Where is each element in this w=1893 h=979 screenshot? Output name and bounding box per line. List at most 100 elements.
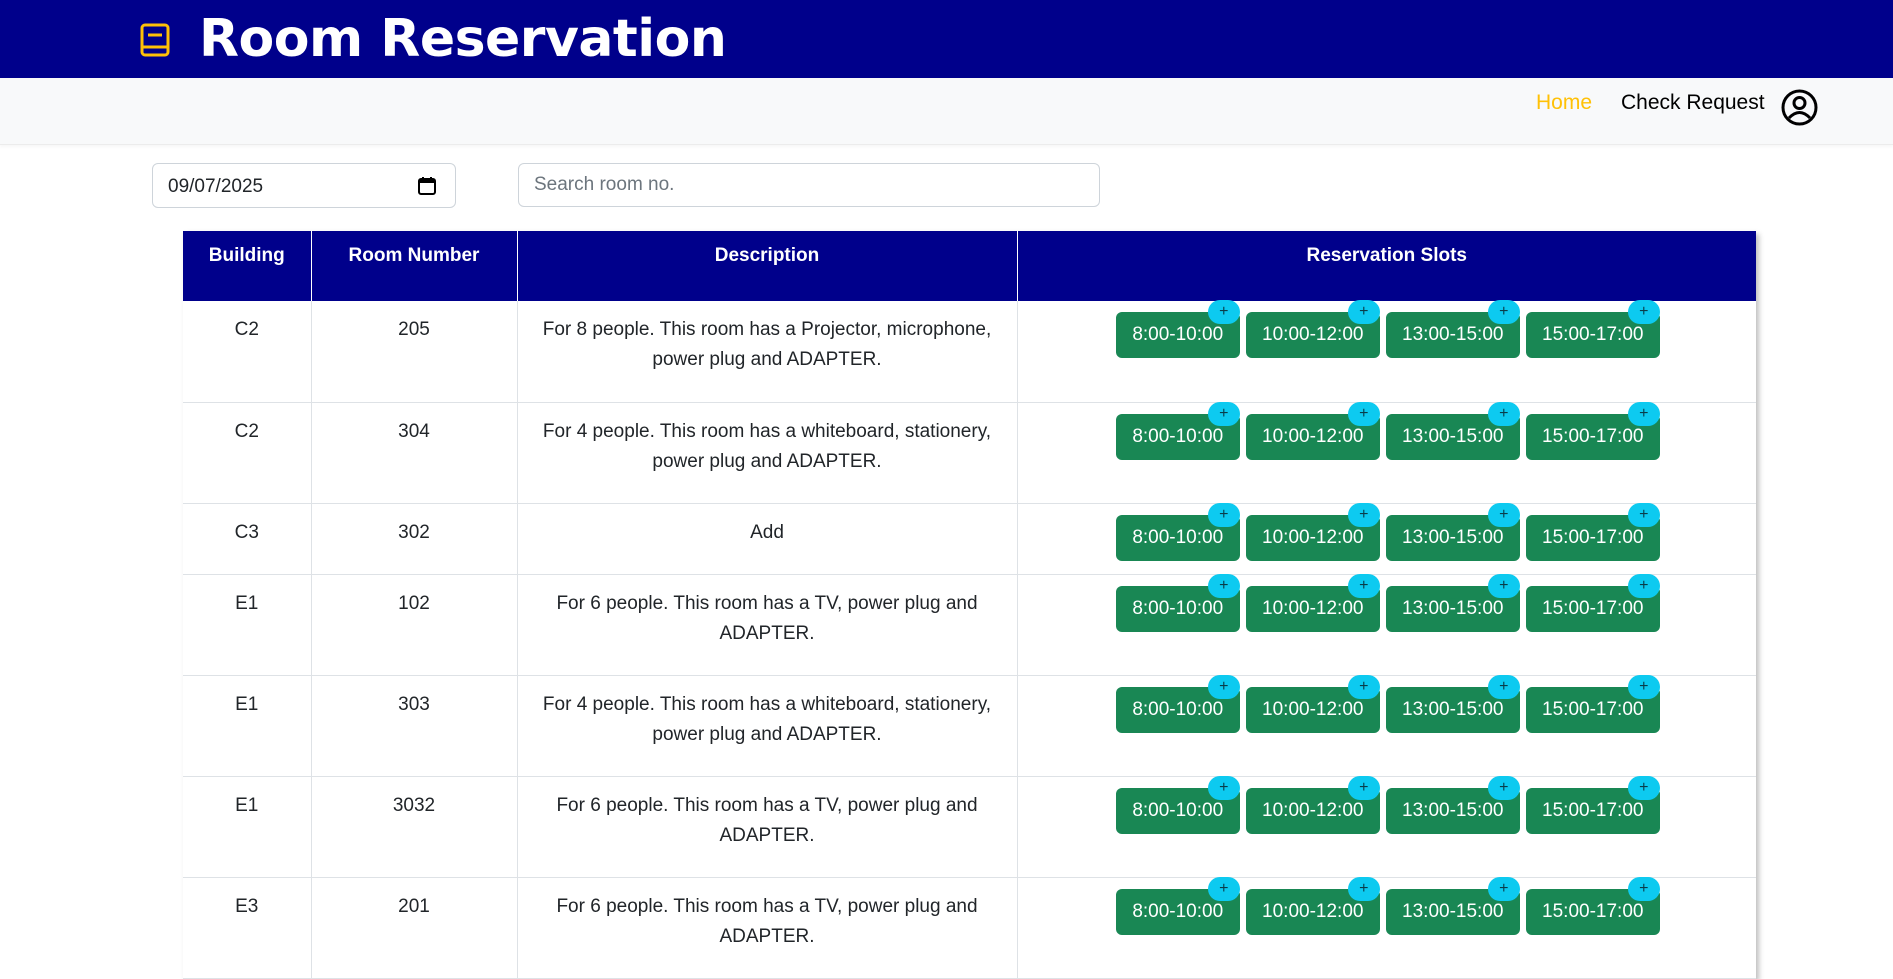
table-row: E1 3032 For 6 people. This room has a TV, … bbox=[183, 775, 1757, 878]
search-room-input[interactable] bbox=[518, 163, 1100, 207]
slot-button[interactable]: 13:00-15:00 + bbox=[1385, 775, 1520, 834]
slot-button[interactable]: 8:00-10:00 + bbox=[1115, 401, 1240, 460]
slot-button[interactable]: 13:00-15:00 + bbox=[1385, 674, 1520, 733]
slot-button[interactable]: 8:00-10:00 + bbox=[1115, 775, 1240, 834]
add-slot-badge[interactable]: + bbox=[1487, 674, 1520, 699]
cell-reservation-slots: 8:00-10:00 +10:00-12:00 +13:00-15:00 +15:00… bbox=[1017, 502, 1756, 575]
description-line: ADAPTER. bbox=[719, 824, 815, 846]
cell-building: E1 bbox=[183, 574, 312, 676]
slot-button[interactable]: 15:00-17:00 + bbox=[1525, 401, 1660, 460]
nav-bar bbox=[0, 78, 1893, 145]
slot-button[interactable]: 10:00-12:00 + bbox=[1245, 775, 1380, 834]
slot-time-label: 13:00-15:00 bbox=[1402, 799, 1504, 821]
table-row: C2 304 For 4 people. This room has a white… bbox=[183, 401, 1756, 504]
cell-building: C3 bbox=[183, 503, 312, 575]
cell-room-number: 302 bbox=[311, 503, 518, 575]
add-slot-badge[interactable]: + bbox=[1207, 300, 1240, 324]
slot-time-label: 8:00-10:00 bbox=[1132, 698, 1224, 720]
description-line: For 4 people. This room has a whiteboard… bbox=[542, 420, 992, 442]
slot-time-label: 8:00-10:00 bbox=[1132, 900, 1224, 922]
calendar-icon[interactable] bbox=[417, 176, 437, 196]
slot-button[interactable]: 13:00-15:00 + bbox=[1385, 300, 1520, 358]
slot-button[interactable]: 8:00-10:00 + bbox=[1115, 674, 1240, 733]
add-slot-badge[interactable]: + bbox=[1487, 502, 1520, 527]
slot-button[interactable]: 15:00-17:00 + bbox=[1525, 674, 1660, 733]
add-slot-badge[interactable]: + bbox=[1627, 573, 1660, 598]
cell-reservation-slots: 8:00-10:00 +10:00-12:00 +13:00-15:00 +15:00… bbox=[1017, 876, 1756, 979]
add-slot-badge[interactable]: + bbox=[1207, 502, 1240, 527]
add-slot-badge[interactable]: + bbox=[1627, 876, 1660, 901]
slot-time-label: 10:00-12:00 bbox=[1262, 324, 1364, 345]
add-slot-badge[interactable]: + bbox=[1347, 876, 1380, 901]
add-slot-badge[interactable]: + bbox=[1347, 502, 1380, 527]
slot-time-label: 10:00-12:00 bbox=[1262, 425, 1364, 447]
slot-button[interactable]: 10:00-12:00 + bbox=[1245, 876, 1380, 935]
add-slot-badge[interactable]: + bbox=[1347, 674, 1380, 699]
slot-button[interactable]: 8:00-10:00 + bbox=[1115, 300, 1240, 358]
add-slot-badge[interactable]: + bbox=[1207, 876, 1240, 901]
description-line: For 8 people. This room has a Projector,… bbox=[542, 319, 992, 340]
add-slot-badge[interactable]: + bbox=[1487, 401, 1520, 426]
slot-button[interactable]: 10:00-12:00 + bbox=[1245, 300, 1380, 358]
cell-building: E1 bbox=[183, 675, 312, 777]
add-slot-badge[interactable]: + bbox=[1207, 573, 1240, 598]
slot-button[interactable]: 15:00-17:00 + bbox=[1525, 775, 1660, 834]
nav-home-link[interactable]: Home bbox=[1536, 91, 1592, 115]
nav-check-request-link[interactable]: Check Request bbox=[1621, 91, 1765, 115]
slot-time-label: 13:00-15:00 bbox=[1402, 698, 1504, 720]
slot-button[interactable]: 15:00-17:00 + bbox=[1525, 502, 1660, 561]
slot-button[interactable]: 13:00-15:00 + bbox=[1385, 573, 1520, 632]
slot-time-label: 8:00-10:00 bbox=[1132, 526, 1224, 548]
slot-button[interactable]: 15:00-17:00 + bbox=[1525, 300, 1660, 358]
add-slot-badge[interactable]: + bbox=[1487, 775, 1520, 800]
slot-button[interactable]: 13:00-15:00 + bbox=[1385, 401, 1520, 460]
cell-description: For 6 people. This room has a TV, power … bbox=[517, 877, 1018, 979]
slot-time-label: 10:00-12:00 bbox=[1262, 900, 1364, 922]
slot-button[interactable]: 10:00-12:00 + bbox=[1245, 573, 1380, 632]
slot-button[interactable]: 8:00-10:00 + bbox=[1115, 502, 1240, 561]
add-slot-badge[interactable]: + bbox=[1627, 775, 1660, 800]
slot-time-label: 15:00-17:00 bbox=[1542, 799, 1644, 821]
add-slot-badge[interactable]: + bbox=[1207, 401, 1240, 426]
table-row: E1 102 For 6 people. This room has a TV, p… bbox=[183, 573, 1757, 676]
add-slot-badge[interactable]: + bbox=[1627, 401, 1660, 426]
cell-room-number: 205 bbox=[311, 301, 518, 403]
add-slot-badge[interactable]: + bbox=[1347, 401, 1380, 426]
slot-button[interactable]: 13:00-15:00 + bbox=[1385, 502, 1520, 561]
slot-button[interactable]: 8:00-10:00 + bbox=[1115, 876, 1240, 935]
add-slot-badge[interactable]: + bbox=[1347, 775, 1380, 800]
slot-button[interactable]: 8:00-10:00 + bbox=[1115, 573, 1240, 632]
slot-time-label: 10:00-12:00 bbox=[1262, 597, 1364, 619]
slot-button[interactable]: 15:00-17:00 + bbox=[1525, 573, 1660, 632]
slot-button[interactable]: 10:00-12:00 + bbox=[1245, 401, 1380, 460]
add-slot-badge[interactable]: + bbox=[1207, 775, 1240, 800]
slot-button[interactable]: 13:00-15:00 + bbox=[1385, 876, 1520, 935]
cell-building: E1 bbox=[183, 776, 312, 878]
add-slot-badge[interactable]: + bbox=[1487, 876, 1520, 901]
slot-time-label: 10:00-12:00 bbox=[1262, 526, 1364, 548]
add-slot-badge[interactable]: + bbox=[1627, 674, 1660, 699]
slot-time-label: 13:00-15:00 bbox=[1402, 900, 1504, 922]
slot-time-label: 10:00-12:00 bbox=[1262, 799, 1364, 821]
cell-reservation-slots: 8:00-10:00 +10:00-12:00 +13:00-15:00 +15:00… bbox=[1017, 401, 1756, 504]
cell-reservation-slots: 8:00-10:00 +10:00-12:00 +13:00-15:00 +15:00… bbox=[1017, 775, 1757, 878]
cell-room-number: 201 bbox=[311, 877, 518, 979]
date-picker[interactable]: 09/07/2025 bbox=[152, 163, 456, 208]
add-slot-badge[interactable]: + bbox=[1487, 300, 1520, 324]
add-slot-badge[interactable]: + bbox=[1207, 674, 1240, 699]
add-slot-badge[interactable]: + bbox=[1347, 573, 1380, 598]
slot-button[interactable]: 10:00-12:00 + bbox=[1245, 674, 1380, 733]
app-header: Room Reservation bbox=[0, 0, 1893, 78]
add-slot-badge[interactable]: + bbox=[1487, 573, 1520, 598]
slot-button[interactable]: 15:00-17:00 + bbox=[1525, 876, 1660, 935]
add-slot-badge[interactable]: + bbox=[1347, 300, 1380, 324]
table-header-row: Building Room Number Description Reserva… bbox=[183, 231, 1756, 301]
cell-reservation-slots: 8:00-10:00 +10:00-12:00 +13:00-15:00 +15:00… bbox=[1017, 573, 1757, 676]
rooms-table: Building Room Number Description Reserva… bbox=[183, 231, 1756, 979]
user-circle-icon[interactable] bbox=[1781, 89, 1818, 126]
add-slot-badge[interactable]: + bbox=[1627, 300, 1660, 324]
slot-group: 8:00-10:00 +10:00-12:00 +13:00-15:00 +15:00… bbox=[1018, 573, 1757, 632]
slot-group: 8:00-10:00 +10:00-12:00 +13:00-15:00 +15:00… bbox=[1018, 775, 1757, 834]
add-slot-badge[interactable]: + bbox=[1627, 502, 1660, 527]
slot-button[interactable]: 10:00-12:00 + bbox=[1245, 502, 1380, 561]
